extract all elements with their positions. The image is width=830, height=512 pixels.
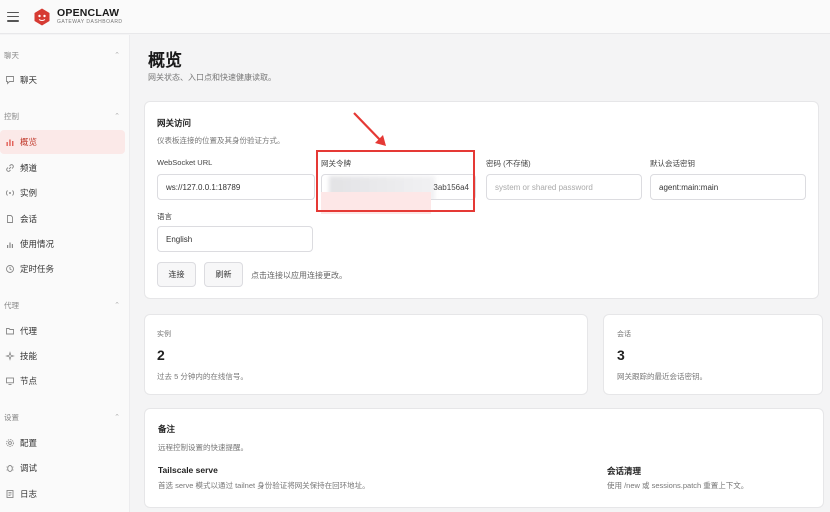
websocket-url-input[interactable]: ws://127.0.0.1:18789: [157, 174, 315, 200]
sidebar-section-title: 代理: [4, 300, 19, 310]
sidebar-section-settings[interactable]: 设置 ⌃: [0, 409, 128, 425]
sidebar-item-skills[interactable]: 技能: [0, 344, 125, 368]
menu-icon[interactable]: [7, 11, 19, 22]
sidebar-item-label: 概览: [20, 137, 38, 147]
sparkle-icon: [4, 351, 15, 362]
sidebar: 聊天 ⌃ 聊天 控制 ⌃ 概览 频道 实例 会话 使用情况 定时任务 代理 ⌃ …: [0, 35, 130, 512]
sidebar-item-label: 节点: [20, 376, 38, 386]
password-input[interactable]: system or shared password: [486, 174, 642, 200]
sidebar-item-cron[interactable]: 定时任务: [0, 257, 125, 281]
sidebar-item-label: 聊天: [20, 75, 38, 85]
sidebar-item-label: 代理: [20, 326, 38, 336]
sessions-stat-desc: 网关跟踪的最近会话密钥。: [617, 372, 707, 381]
sidebar-item-debug[interactable]: 调试: [0, 456, 125, 480]
brand: OPENCLAW GATEWAY DASHBOARD: [57, 8, 123, 26]
instances-stat-label: 实例: [157, 331, 171, 338]
sidebar-section-title: 控制: [4, 111, 19, 121]
instances-stat-value: 2: [157, 347, 165, 363]
page-subtitle: 网关状态、入口点和快速健康读取。: [148, 73, 276, 82]
log-icon: [4, 489, 15, 500]
sidebar-item-label: 频道: [20, 163, 38, 173]
chevron-up-icon: ⌃: [114, 52, 120, 59]
language-select[interactable]: English: [157, 226, 313, 252]
sessions-stat-value: 3: [617, 347, 625, 363]
websocket-url-label: WebSocket URL: [157, 158, 213, 167]
language-label: 语言: [157, 212, 172, 221]
radio-icon: [4, 188, 15, 199]
gateway-access-title: 网关访问: [157, 118, 192, 128]
clock-icon: [4, 264, 15, 275]
sidebar-item-usage[interactable]: 使用情况: [0, 232, 125, 256]
chevron-up-icon: ⌃: [114, 414, 120, 421]
note-item-title: 会话清理: [607, 466, 642, 476]
gateway-access-card: 网关访问 仪表板连接的位置及其身份验证方式。 WebSocket URL ws:…: [144, 101, 819, 299]
sidebar-section-agents[interactable]: 代理 ⌃: [0, 297, 128, 313]
sidebar-item-label: 调试: [20, 463, 38, 473]
sidebar-item-label: 实例: [20, 188, 38, 198]
instances-stat-desc: 过去 5 分钟内的在线信号。: [157, 372, 248, 381]
instances-stat-card: 实例 2 过去 5 分钟内的在线信号。: [144, 314, 588, 395]
chat-bubble-icon: [4, 75, 15, 86]
gear-icon: [4, 438, 15, 449]
sidebar-item-agents[interactable]: 代理: [0, 319, 125, 343]
note-item-desc: 首选 serve 模式以通过 tailnet 身份验证将网关保持在回环地址。: [158, 481, 370, 490]
brand-subtitle: GATEWAY DASHBOARD: [57, 19, 123, 26]
sidebar-item-logs[interactable]: 日志: [0, 482, 125, 506]
sidebar-item-label: 配置: [20, 438, 38, 448]
connect-button[interactable]: 连接: [157, 262, 196, 287]
top-bar: OPENCLAW GATEWAY DASHBOARD: [0, 0, 830, 34]
bar-chart-icon: [4, 137, 15, 148]
brand-name: OPENCLAW: [57, 6, 120, 19]
chevron-up-icon: ⌃: [114, 302, 120, 309]
bug-icon: [4, 463, 15, 474]
sidebar-section-title: 设置: [4, 412, 19, 422]
sessions-stat-label: 会话: [617, 331, 631, 338]
sidebar-section-chat[interactable]: 聊天 ⌃: [0, 47, 128, 63]
sidebar-item-instances[interactable]: 实例: [0, 181, 125, 205]
password-label: 密码 (不存储): [486, 159, 531, 168]
sidebar-item-label: 定时任务: [20, 264, 55, 274]
folder-icon: [4, 326, 15, 337]
gateway-access-subtitle: 仪表板连接的位置及其身份验证方式。: [157, 136, 285, 145]
main-content: 概览 网关状态、入口点和快速健康读取。 网关访问 仪表板连接的位置及其身份验证方…: [131, 35, 830, 512]
default-session-key-input[interactable]: agent:main:main: [650, 174, 806, 200]
note-item-title: Tailscale serve: [158, 465, 218, 475]
sidebar-item-chat[interactable]: 聊天: [0, 68, 125, 92]
chevron-up-icon: ⌃: [114, 113, 120, 120]
sidebar-item-label: 日志: [20, 489, 38, 499]
sidebar-item-overview[interactable]: 概览: [0, 130, 125, 154]
notes-card: 备注 远程控制设置的快速提醒。 Tailscale serve 首选 serve…: [144, 408, 824, 508]
usage-chart-icon: [4, 239, 15, 250]
sidebar-item-label: 会话: [20, 214, 38, 224]
sidebar-section-title: 聊天: [4, 50, 19, 60]
refresh-button[interactable]: 刷新: [204, 262, 243, 287]
sidebar-item-label: 使用情况: [20, 239, 55, 249]
sidebar-section-control[interactable]: 控制 ⌃: [0, 108, 128, 124]
openclaw-logo-icon: [34, 8, 50, 25]
sidebar-item-channels[interactable]: 频道: [0, 156, 125, 180]
document-icon: [4, 214, 15, 225]
page-title: 概览: [148, 51, 182, 70]
notes-title: 备注: [158, 424, 176, 434]
monitor-icon: [4, 376, 15, 387]
annotation-arrow-icon: [353, 112, 386, 146]
sessions-stat-card: 会话 3 网关跟踪的最近会话密钥。: [603, 314, 823, 395]
sidebar-item-config[interactable]: 配置: [0, 431, 125, 455]
default-session-key-label: 默认会话密钥: [650, 159, 695, 168]
note-item-desc: 使用 /new 或 sessions.patch 重置上下文。: [607, 481, 749, 490]
annotation-highlight-box: [316, 150, 475, 212]
sidebar-item-nodes[interactable]: 节点: [0, 369, 125, 393]
link-icon: [4, 163, 15, 174]
notes-subtitle: 远程控制设置的快速提醒。: [158, 443, 248, 452]
sidebar-item-sessions[interactable]: 会话: [0, 207, 125, 231]
sidebar-item-label: 技能: [20, 351, 38, 361]
connect-hint: 点击连接以应用连接更改。: [251, 271, 347, 280]
